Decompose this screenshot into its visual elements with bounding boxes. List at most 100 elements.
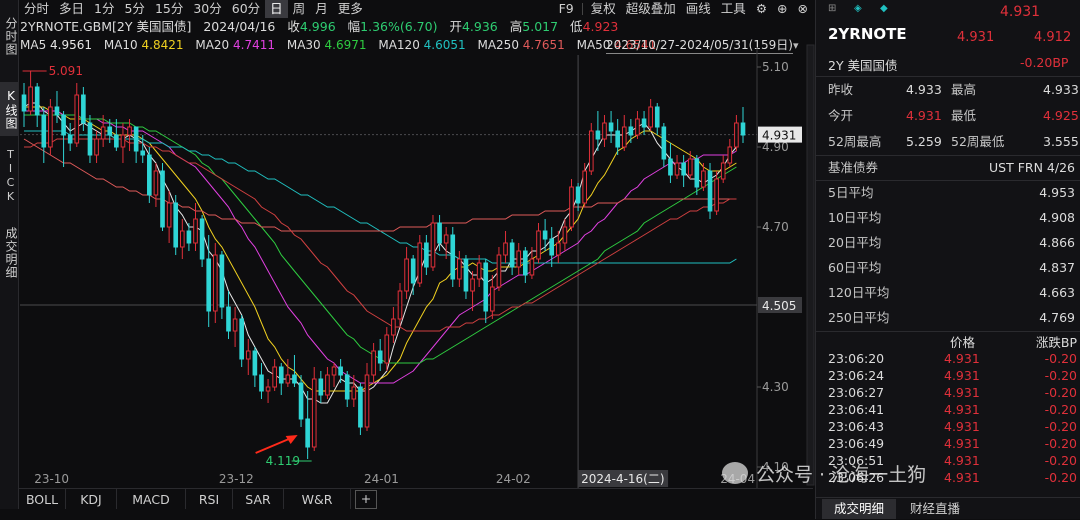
candle-body (160, 170, 165, 228)
tick-price: 4.931 (944, 436, 980, 451)
candle-body (140, 150, 146, 156)
tick-price: 4.931 (944, 351, 980, 366)
tick-price: 4.931 (944, 402, 980, 417)
candle-body (734, 122, 739, 148)
candle-body (133, 126, 139, 152)
stat-value: 4.933 (906, 82, 942, 97)
average-row: 250日平均 4.769 (816, 307, 1080, 329)
candle-body (81, 94, 86, 124)
tick-price: 4.931 (944, 419, 980, 434)
tick-price: 4.931 (944, 385, 980, 400)
stat-row: 今开 4.931 最低 4.925 (816, 105, 1080, 127)
panel-divider (816, 180, 1080, 181)
candle-body (476, 262, 482, 280)
candle-body (582, 170, 588, 204)
candle-body (635, 118, 640, 136)
candle-body (265, 386, 271, 392)
crosshair-price-tag: 4.505 (762, 299, 796, 313)
stat-row: 昨收 4.933 最高 4.933 (816, 79, 1080, 101)
average-row: 20日平均 4.866 (816, 232, 1080, 254)
benchmark-label: 基准债券 (828, 160, 879, 175)
average-row: 120日平均 4.663 (816, 282, 1080, 304)
indicator-kdj[interactable]: KDJ (66, 489, 117, 510)
indicator-macd[interactable]: MACD (117, 489, 186, 510)
average-value: 4.953 (1039, 185, 1075, 200)
tab-live[interactable]: 财经直播 (900, 499, 970, 519)
candle-body (100, 126, 106, 140)
indicator-sar[interactable]: SAR (233, 489, 284, 510)
x-tick-label: 23-10 (34, 472, 69, 486)
candle-body (305, 418, 310, 448)
tick-row: 23:06:20 4.931 -0.20 (816, 350, 1080, 367)
tick-time: 23:06:41 (828, 402, 885, 417)
candle-body (496, 254, 502, 288)
candle-body (358, 386, 363, 428)
instrument-price-2: 4.912 (1034, 30, 1072, 45)
average-value: 4.769 (1039, 310, 1075, 325)
alert-icon[interactable]: ◆ (880, 3, 888, 14)
indicator-bar: BOLL KDJ MACD RSI SAR W&R + (19, 488, 813, 510)
ma-line-ma120 (24, 130, 737, 264)
candle-body (668, 158, 673, 176)
x-tick-label: 24-01 (364, 472, 399, 486)
candle-body (417, 242, 423, 284)
candle-body (523, 250, 528, 276)
candle-body (509, 242, 515, 268)
tick-bp: -0.20 (1044, 470, 1077, 485)
h-scrollbar[interactable] (0, 509, 815, 519)
candle-body (193, 218, 198, 244)
panel-divider (816, 331, 1080, 332)
candle-body (443, 234, 449, 244)
add-icon[interactable]: ⊞ (828, 3, 836, 14)
kline-chart[interactable]: 5.104.904.704.304.1023-10 23-12 24-01 24-02… (0, 0, 815, 488)
tick-time: 23:06:24 (828, 368, 885, 383)
watermark-text: 公众号 · 沧海一土狗 (756, 463, 927, 486)
bell-icon[interactable]: ◈ (854, 3, 862, 14)
tab-trade-detail-panel[interactable]: 成交明细 (822, 499, 896, 519)
candle-body (351, 386, 357, 400)
candle-body (727, 146, 733, 164)
tick-row: 23:06:24 4.931 -0.20 (816, 367, 1080, 384)
candle-body (239, 318, 244, 360)
quote-panel: ⊞ ◈ ◆ 4.931 2YRNOTE 4.931 4.912 2Y 美国国债 … (815, 0, 1080, 519)
high-annotation-label: 5.091 (49, 64, 83, 78)
candle-body (94, 138, 99, 156)
indicator-wr[interactable]: W&R (284, 489, 351, 510)
candle-body (252, 350, 258, 376)
stat-label: 最高 (951, 82, 977, 97)
tick-bp: -0.20 (1044, 351, 1077, 366)
candle-body (54, 106, 60, 116)
candle-body (661, 126, 667, 160)
tick-price: 4.931 (944, 368, 980, 383)
indicator-boll[interactable]: BOLL (19, 489, 66, 510)
candle-body (344, 374, 350, 400)
candle-body (127, 126, 132, 136)
add-indicator-button[interactable]: + (355, 490, 377, 509)
indicator-rsi[interactable]: RSI (186, 489, 233, 510)
candle-body (87, 122, 93, 156)
candle-body (410, 258, 416, 284)
candle-body (641, 118, 647, 128)
stat-label: 昨收 (828, 82, 854, 97)
stat-value: 4.933 (1043, 82, 1079, 97)
candle-body (28, 86, 33, 112)
candle-body (720, 162, 726, 180)
candle-body (292, 374, 297, 384)
candle-body (529, 258, 535, 276)
benchmark-value: UST FRN 4/26 (989, 160, 1075, 175)
candle-body (325, 374, 330, 396)
panel-divider (816, 76, 1080, 77)
candle-body (424, 242, 429, 268)
top-price: 4.931 (1000, 4, 1041, 20)
candle-body (212, 254, 218, 312)
benchmark-row: 基准债券 UST FRN 4/26 (816, 157, 1080, 179)
candle-body (450, 234, 456, 280)
candle-body (595, 130, 601, 140)
tick-bp: -0.20 (1044, 419, 1077, 434)
average-value: 4.837 (1039, 260, 1075, 275)
tick-row: 23:06:49 4.931 -0.20 (816, 435, 1080, 452)
candle-body (61, 114, 66, 136)
tick-bp: -0.20 (1044, 402, 1077, 417)
candle-body (608, 122, 614, 132)
candle-body (463, 258, 469, 292)
